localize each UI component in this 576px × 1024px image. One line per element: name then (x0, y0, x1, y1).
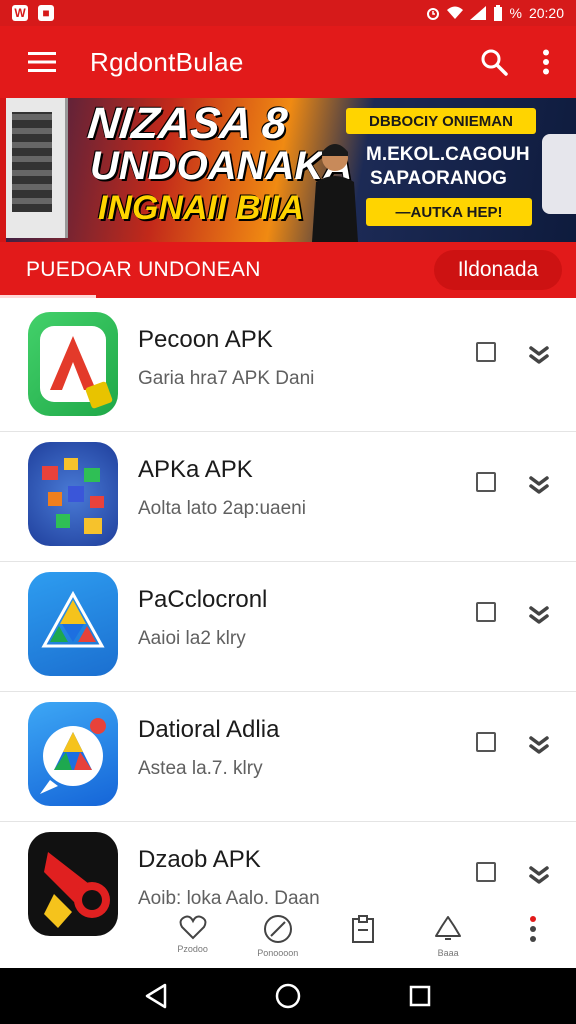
more-vert-icon[interactable] (524, 40, 568, 84)
overflow-icon (530, 916, 537, 942)
section-header: PUEDOAR UNDONEAN Ildonada (0, 242, 576, 298)
signal-icon (469, 6, 486, 20)
list-item[interactable]: PaCclocronl Aaioi la2 klry (0, 562, 576, 692)
expand-chevron-icon[interactable] (526, 860, 552, 890)
expand-chevron-icon[interactable] (526, 340, 552, 370)
promo-banner[interactable]: NIZASA 8 UNDOANAKA INGNAII BIIA DBBOCIY … (6, 98, 576, 242)
wifi-icon (446, 6, 463, 19)
search-icon[interactable] (472, 40, 516, 84)
vending-machine-image (6, 98, 68, 238)
battery-percent: % (509, 5, 522, 21)
nav-item-explore[interactable]: Ponoooon (246, 914, 310, 958)
section-tab[interactable]: PUEDOAR UNDONEAN (26, 258, 261, 282)
recents-icon[interactable] (400, 976, 440, 1016)
heart-icon (179, 915, 207, 940)
app-bar: RgdontBulae (0, 26, 576, 98)
app-subtitle: Garia hra7 APK Dani (138, 368, 315, 389)
banner-line-1: M.EKOL.CAGOUH (366, 144, 530, 165)
app-subtitle: Aolta lato 2ap:uaeni (138, 498, 306, 519)
person-image (312, 144, 358, 242)
status-bar: W ■ % 20:20 (0, 0, 576, 26)
select-checkbox[interactable] (476, 862, 496, 882)
select-checkbox[interactable] (476, 602, 496, 622)
tab-indicator (0, 295, 96, 298)
nav-item-clipboard[interactable] (331, 914, 395, 948)
nav-item-notifications[interactable]: Baaa (416, 914, 480, 958)
bell-icon (435, 916, 462, 940)
banner-headline-3: INGNAII BIIA (98, 189, 304, 227)
banner-headline-1: NIZASA 8 (85, 99, 290, 148)
select-checkbox[interactable] (476, 732, 496, 752)
blocks-game-app-icon (28, 442, 118, 546)
app-name: Dzaob APK (138, 846, 261, 873)
filter-chip[interactable]: Ildonada (434, 250, 562, 290)
alarm-icon (426, 8, 439, 20)
banner-container: NIZASA 8 UNDOANAKA INGNAII BIIA DBBOCIY … (0, 98, 576, 242)
list-item[interactable]: APKa APK Aolta lato 2ap:uaeni (0, 432, 576, 562)
app-name: APKa APK (138, 456, 253, 483)
app-screen: W ■ % 20:20 RgdontBulae NIZASA 8 UNDOANA… (0, 0, 576, 1024)
red-triangle-app-icon (28, 312, 118, 416)
banner-cta[interactable]: —AUTKA HEP! (366, 198, 532, 226)
nav-label: Baaa (437, 948, 459, 958)
notification-icon: ■ (38, 5, 54, 21)
app-subtitle: Astea la.7. klry (138, 758, 263, 779)
select-checkbox[interactable] (476, 472, 496, 492)
app-subtitle: Aaioi la2 klry (138, 628, 246, 649)
select-checkbox[interactable] (476, 342, 496, 362)
expand-chevron-icon[interactable] (526, 470, 552, 500)
drive-triangle-app-icon (28, 572, 118, 676)
app-name: Pecoon APK (138, 326, 273, 353)
w-app-icon: W (12, 5, 28, 21)
back-icon[interactable] (136, 976, 176, 1016)
list-item[interactable]: Pecoon APK Garia hra7 APK Dani (0, 302, 576, 432)
status-time: 20:20 (528, 5, 564, 21)
banner-pill-top: DBBOCIY ONIEMAN (346, 108, 536, 134)
home-icon[interactable] (268, 976, 308, 1016)
expand-chevron-icon[interactable] (526, 730, 552, 760)
clipboard-icon (351, 915, 374, 943)
nav-label: Pzodoo (177, 944, 208, 954)
compass-icon (263, 915, 292, 943)
battery-icon (493, 5, 502, 21)
van-image (542, 134, 576, 214)
list-item[interactable]: Datioral Adlia Astea la.7. klry (0, 692, 576, 822)
banner-line-2: SAPAORANOG (370, 168, 507, 189)
bottom-navigation: Pzodoo Ponoooon Baaa (150, 906, 576, 968)
menu-icon[interactable] (22, 42, 62, 82)
expand-chevron-icon[interactable] (526, 600, 552, 630)
app-name: PaCclocronl (138, 586, 268, 613)
app-list: Pecoon APK Garia hra7 APK Dani APKa APK … (0, 302, 576, 952)
nav-item-more[interactable] (501, 914, 565, 948)
horn-app-icon (28, 832, 118, 936)
system-navigation-bar (0, 968, 576, 1024)
chat-bubble-app-icon (28, 702, 118, 806)
app-title: RgdontBulae (90, 46, 244, 77)
nav-label: Ponoooon (257, 948, 299, 958)
app-name: Datioral Adlia (138, 716, 280, 743)
nav-item-favorites[interactable]: Pzodoo (161, 914, 225, 954)
